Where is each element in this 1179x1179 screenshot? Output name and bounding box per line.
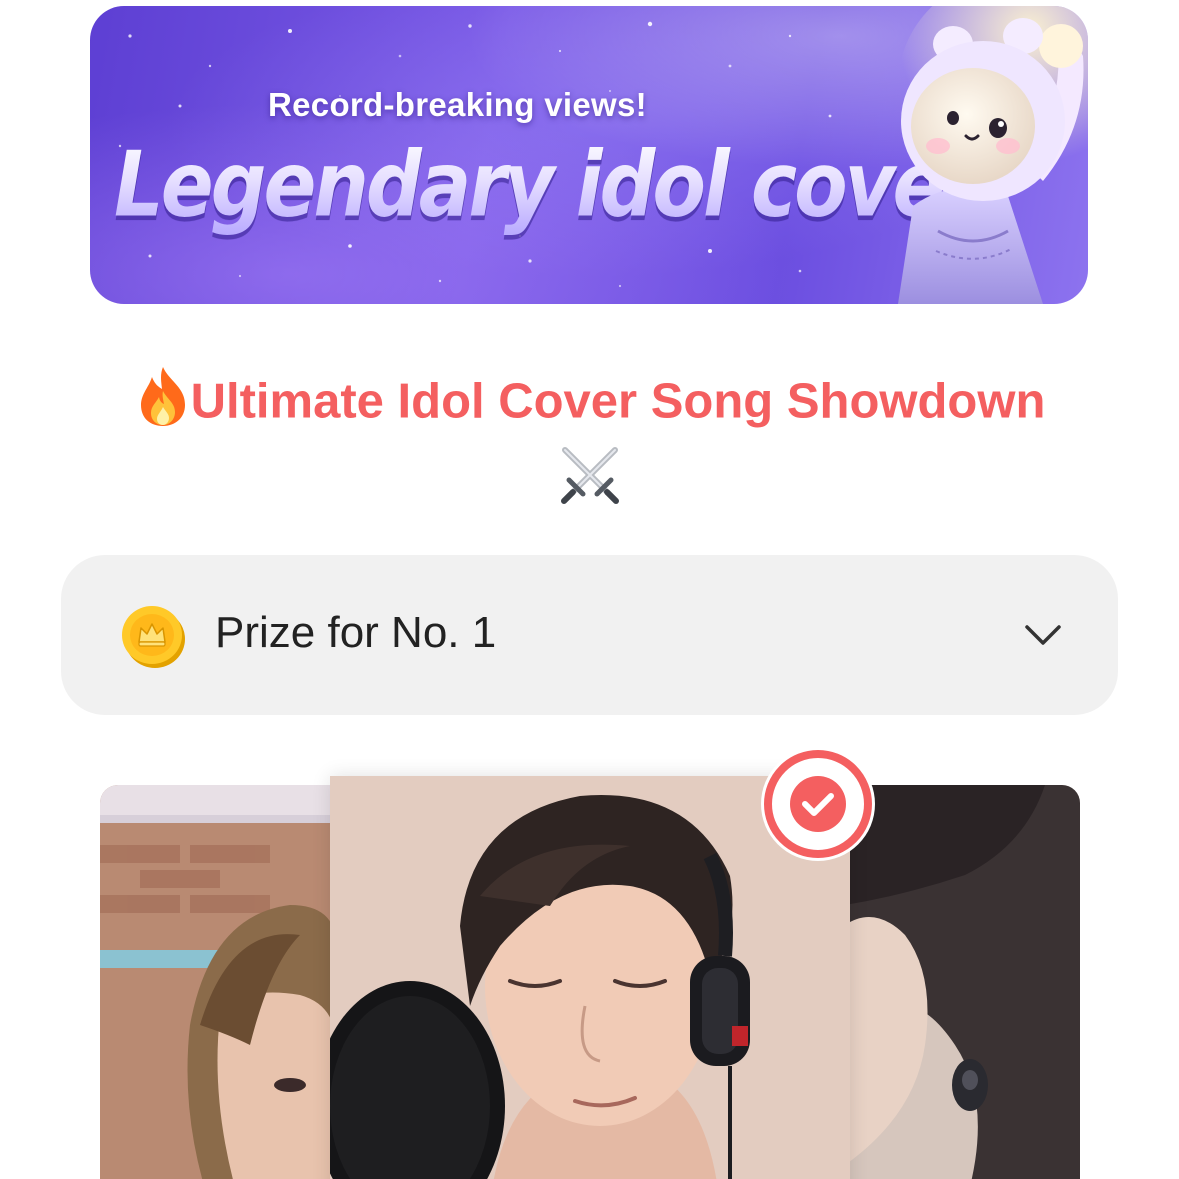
- singer-thumbnail-left: [100, 785, 336, 1179]
- cover-card-left[interactable]: [100, 785, 336, 1179]
- singer-thumbnail-right: [845, 785, 1080, 1179]
- showdown-heading: Ultimate Idol Cover Song Showdown: [60, 365, 1120, 506]
- mascot-illustration: [898, 6, 1088, 304]
- banner-subtitle: Record-breaking views!: [268, 86, 647, 123]
- page: Record-breaking views! Legendary idol co…: [0, 0, 1179, 1179]
- gold-crown-coin-icon: [122, 606, 185, 668]
- prize-dropdown[interactable]: Prize for No. 1: [61, 555, 1118, 715]
- chevron-down-icon[interactable]: [1023, 617, 1063, 653]
- crossed-swords-icon: [561, 447, 619, 504]
- fire-icon: [135, 365, 191, 444]
- event-banner[interactable]: Record-breaking views! Legendary idol co…: [90, 6, 1088, 304]
- cover-card-right[interactable]: [845, 785, 1080, 1179]
- prize-label: Prize for No. 1: [215, 608, 497, 657]
- showdown-title: Ultimate Idol Cover Song Showdown: [190, 374, 1046, 429]
- selected-check-icon[interactable]: [758, 744, 878, 864]
